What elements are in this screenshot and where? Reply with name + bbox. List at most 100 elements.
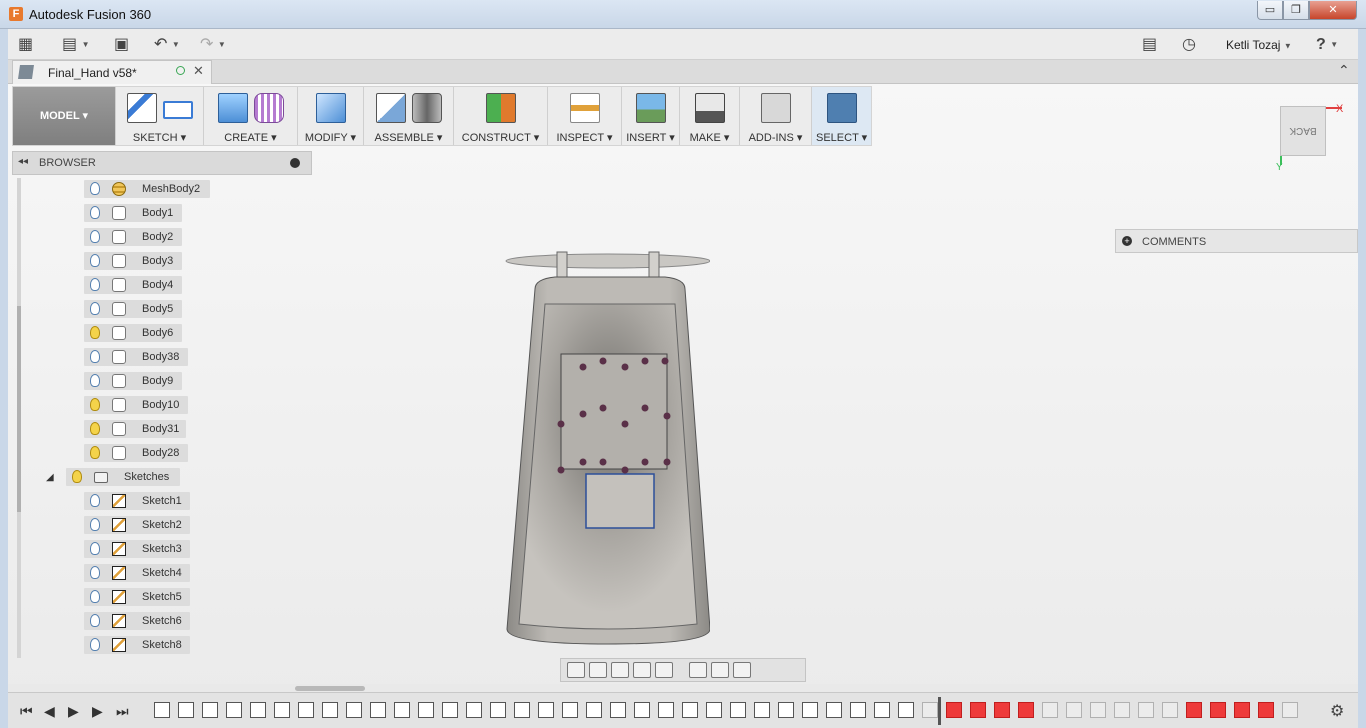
create-menu-label[interactable]: CREATE ▾ [208,131,293,144]
add-comment-icon[interactable]: + [1122,236,1132,246]
add-ins-group[interactable]: ADD-INS ▾ [739,87,811,145]
timeline-feature-icon[interactable] [610,702,626,718]
timeline-feature-icon[interactable] [658,702,674,718]
sketches-expand-toggle-icon[interactable]: ◢ [46,472,54,483]
sketch-group[interactable]: SKETCH ▾ [115,87,203,145]
timeline-feature-icon[interactable] [1282,702,1298,718]
create-form-icon[interactable] [253,93,284,123]
file-menu-icon[interactable]: ▤ ▼ [62,35,90,55]
visibility-lightbulb-icon[interactable] [90,566,100,579]
visibility-lightbulb-icon[interactable] [90,590,100,603]
browser-sketch-row[interactable]: Sketch6 [84,612,190,630]
timeline-feature-icon[interactable] [754,702,770,718]
timeline-feature-icon[interactable] [922,702,938,718]
assemble-group[interactable]: ASSEMBLE ▾ [363,87,453,145]
timeline-feature-icon[interactable] [1066,702,1082,718]
timeline-feature-icon[interactable] [346,702,362,718]
construct-group[interactable]: CONSTRUCT ▾ [453,87,547,145]
timeline-first-button[interactable]: ⏮ [20,703,33,720]
workspace-switcher[interactable]: MODEL ▾ [13,87,115,145]
timeline-feature-icon[interactable] [730,702,746,718]
measure-icon[interactable] [569,93,600,123]
browser-sketch-row[interactable]: Sketch4 [84,564,190,582]
timeline-feature-icon[interactable] [634,702,650,718]
timeline-feature-icon[interactable] [778,702,794,718]
timeline-feature-icon[interactable] [586,702,602,718]
horizontal-scroll-thumb[interactable] [295,686,365,691]
visibility-lightbulb-icon[interactable] [90,638,100,651]
joint-icon[interactable] [411,93,442,123]
grid-settings-icon[interactable] [711,662,729,678]
timeline-feature-icon[interactable] [1042,702,1058,718]
sketch-menu-label[interactable]: SKETCH ▾ [120,131,199,144]
extrude-icon[interactable] [217,93,248,123]
browser-sketches-folder[interactable]: Sketches [66,468,180,486]
offset-plane-icon[interactable] [485,93,516,123]
visibility-lightbulb-icon[interactable] [90,326,100,339]
timeline-feature-icon[interactable] [442,702,458,718]
timeline-feature-icon[interactable] [706,702,722,718]
insert-menu-label[interactable]: INSERT ▾ [626,131,675,144]
timeline-feature-icon[interactable] [250,702,266,718]
inspect-group[interactable]: INSPECT ▾ [547,87,621,145]
timeline-feature-icon[interactable] [946,702,962,718]
timeline-feature-icon[interactable] [202,702,218,718]
viewports-icon[interactable] [733,662,751,678]
timeline-feature-icon[interactable] [394,702,410,718]
browser-body-row[interactable]: Body1 [84,204,182,222]
data-panel-grid-icon[interactable]: ▦ [18,35,33,55]
timeline-feature-icon[interactable] [898,702,914,718]
timeline-play-button[interactable]: ▶ [68,703,79,720]
timeline-feature-icon[interactable] [874,702,890,718]
select-menu-label[interactable]: SELECT ▾ [816,131,867,144]
close-tab-button[interactable]: ✕ [193,63,204,79]
selected-face[interactable] [585,473,655,529]
select-group[interactable]: SELECT ▾ [811,87,871,145]
minimize-button[interactable]: ▭ [1257,1,1283,20]
timeline-feature-icon[interactable] [226,702,242,718]
help-menu[interactable]: ? ▼ [1316,35,1338,55]
insert-group[interactable]: INSERT ▾ [621,87,679,145]
add-ins-menu-label[interactable]: ADD-INS ▾ [744,131,807,144]
3d-print-icon[interactable] [694,93,725,123]
zoom-icon[interactable] [633,662,651,678]
visibility-lightbulb-icon[interactable] [90,206,100,219]
visibility-lightbulb-icon[interactable] [90,518,100,531]
timeline-feature-icon[interactable] [1258,702,1274,718]
visibility-lightbulb-icon[interactable] [90,446,100,459]
visibility-lightbulb-icon[interactable] [72,470,82,483]
browser-body-row[interactable]: Body5 [84,300,182,318]
insert-image-icon[interactable] [635,93,666,123]
timeline-feature-icon[interactable] [298,702,314,718]
timeline-feature-icon[interactable] [1210,702,1226,718]
timeline-feature-icon[interactable] [490,702,506,718]
visibility-lightbulb-icon[interactable] [90,494,100,507]
timeline-next-button[interactable]: ▶ [92,703,103,720]
orbit-icon[interactable] [567,662,585,678]
scripts-addins-icon[interactable] [760,93,791,123]
create-group[interactable]: CREATE ▾ [203,87,297,145]
undo-button[interactable]: ↶ ▼ [154,35,180,55]
make-group[interactable]: MAKE ▾ [679,87,739,145]
visibility-lightbulb-icon[interactable] [90,614,100,627]
timeline-feature-icon[interactable] [466,702,482,718]
new-component-icon[interactable] [375,93,406,123]
make-menu-label[interactable]: MAKE ▾ [684,131,735,144]
browser-sketch-row[interactable]: Sketch8 [84,636,190,654]
timeline-feature-icon[interactable] [1114,702,1130,718]
browser-body-row[interactable]: MeshBody2 [84,180,210,198]
visibility-lightbulb-icon[interactable] [90,302,100,315]
browser-sketch-row[interactable]: Sketch1 [84,492,190,510]
3d-model-view[interactable] [505,249,710,649]
visibility-lightbulb-icon[interactable] [90,230,100,243]
design-canvas[interactable]: MODEL ▾ SKETCH ▾ CREATE ▾ MODIFY ▾ ASSEM… [8,84,1358,696]
browser-header[interactable]: ◂◂ BROWSER [12,151,312,175]
comments-panel[interactable]: + COMMENTS [1115,229,1358,253]
modify-menu-label[interactable]: MODIFY ▾ [302,131,359,144]
redo-button[interactable]: ↷ ▼ [200,35,226,55]
timeline-feature-icon[interactable] [514,702,530,718]
visibility-lightbulb-icon[interactable] [90,422,100,435]
timeline-feature-icon[interactable] [1018,702,1034,718]
timeline-settings-gear-icon[interactable]: ⚙ [1330,701,1344,721]
timeline-feature-icon[interactable] [1234,702,1250,718]
